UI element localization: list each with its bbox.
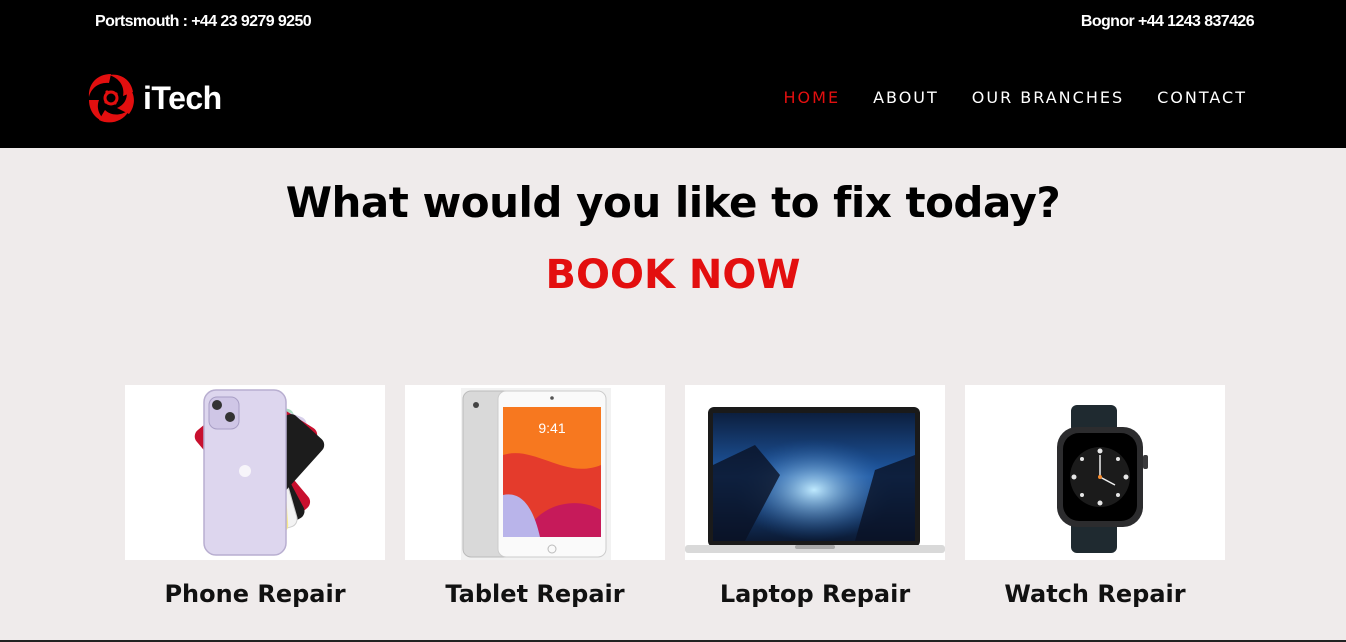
portsmouth-phone[interactable]: Portsmouth : +44 23 9279 9250	[95, 13, 312, 31]
watch-image	[965, 385, 1225, 560]
service-card-laptop[interactable]: Laptop Repair	[685, 385, 945, 608]
service-label-watch: Watch Repair	[1004, 580, 1186, 608]
service-label-tablet: Tablet Repair	[445, 580, 625, 608]
service-card-tablet[interactable]: 9:41 Tablet Repair	[405, 385, 665, 608]
logo[interactable]: iTech	[85, 70, 222, 126]
nav-home[interactable]: HOME	[784, 88, 841, 107]
service-card-phone[interactable]: Phone Repair	[125, 385, 385, 608]
phone-image	[125, 385, 385, 560]
service-label-phone: Phone Repair	[164, 580, 346, 608]
tablet-image: 9:41	[405, 385, 665, 560]
nav-contact[interactable]: CONTACT	[1157, 88, 1247, 107]
main-nav: HOME ABOUT OUR BRANCHES CONTACT	[751, 88, 1247, 107]
swirl-logo-icon	[88, 74, 134, 123]
nav-about[interactable]: ABOUT	[873, 88, 939, 107]
laptop-image	[685, 385, 945, 560]
svg-text:9:41: 9:41	[538, 420, 565, 436]
site-header: Portsmouth : +44 23 9279 9250 Bognor +44…	[0, 0, 1346, 148]
service-card-watch[interactable]: Watch Repair	[965, 385, 1225, 608]
nav-our-branches[interactable]: OUR BRANCHES	[972, 88, 1124, 107]
logo-text: iTech	[143, 79, 222, 116]
bognor-phone[interactable]: Bognor +44 1243 837426	[1081, 13, 1255, 31]
book-now-link[interactable]: BOOK NOW	[0, 252, 1346, 298]
page-headline: What would you like to fix today?	[285, 178, 1061, 227]
service-label-laptop: Laptop Repair	[719, 580, 911, 608]
